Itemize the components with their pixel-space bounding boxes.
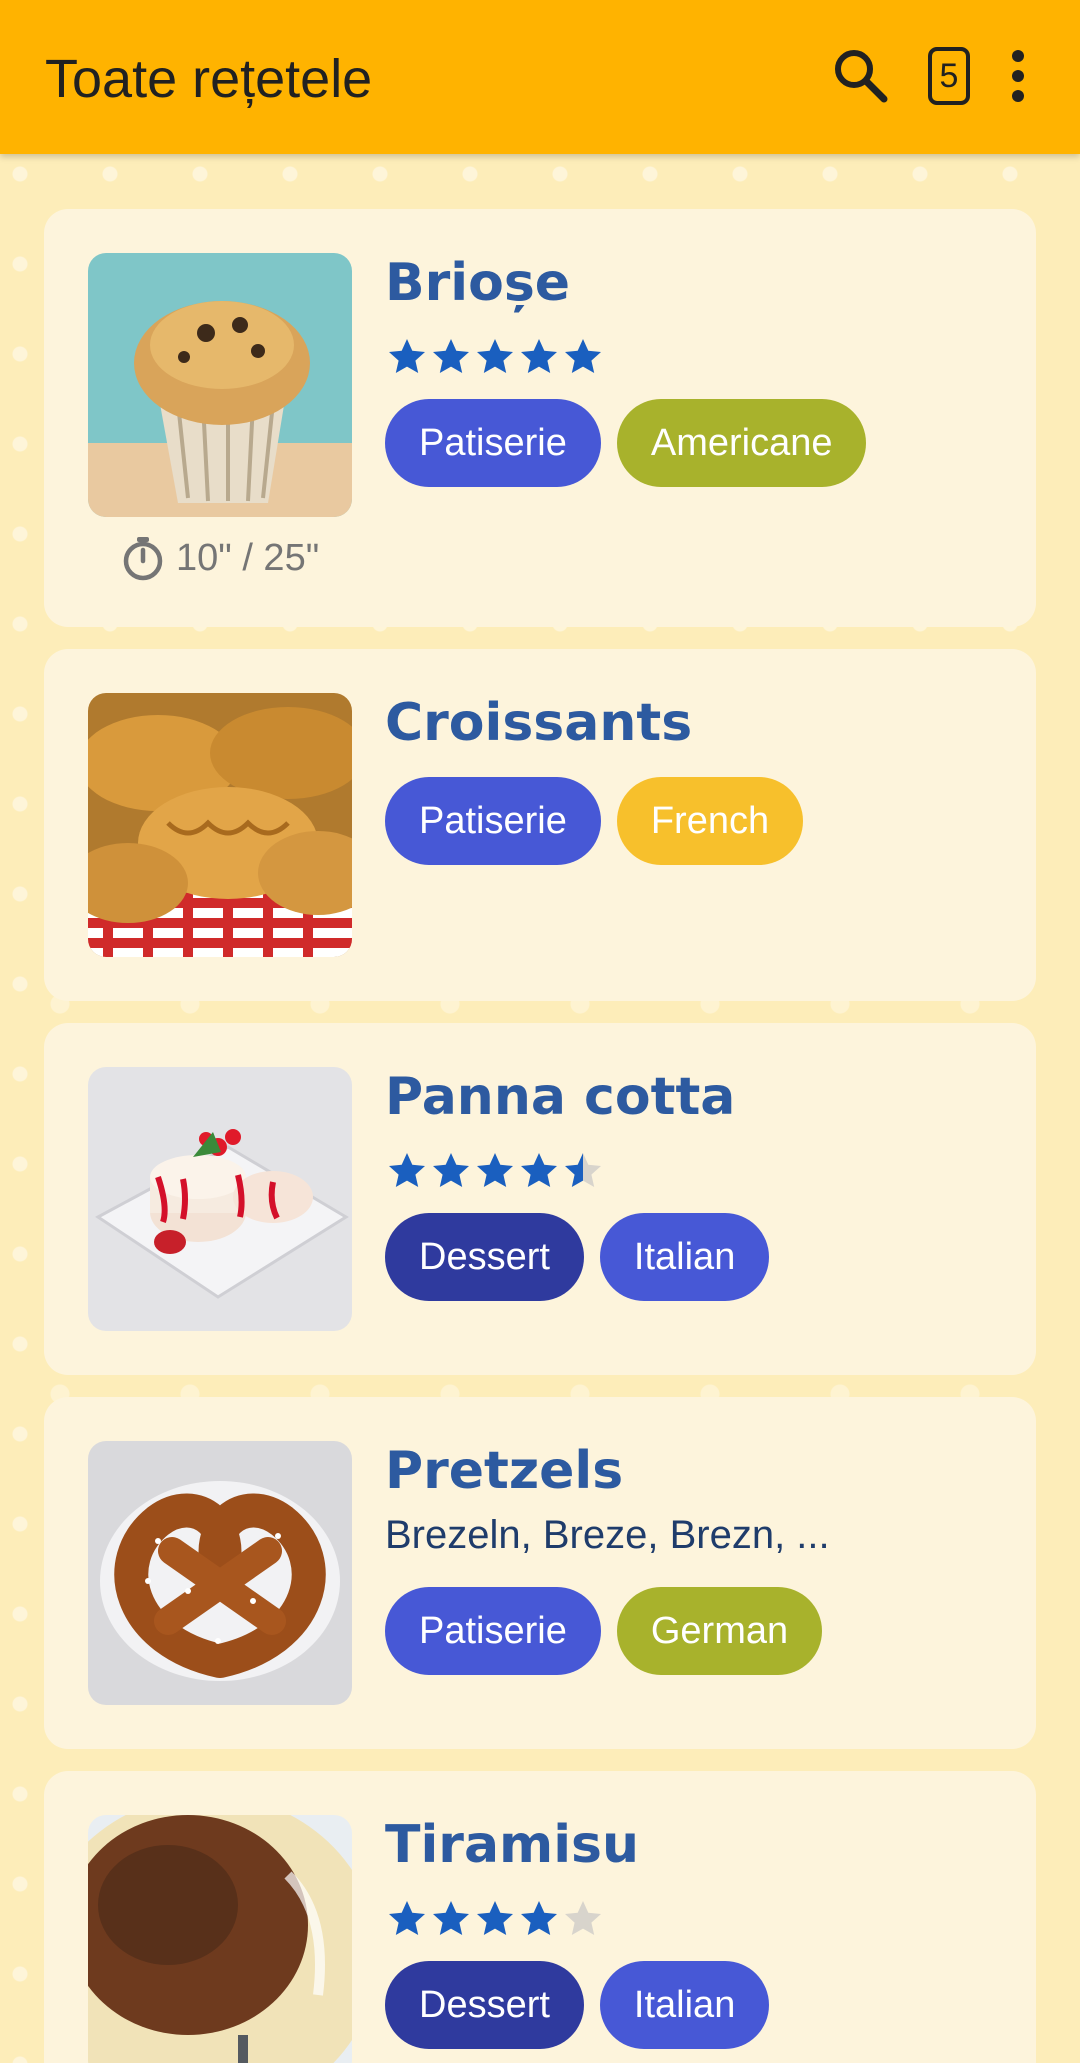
tag-chip[interactable]: Italian <box>599 1961 770 2049</box>
recipe-name: Panna cotta <box>385 1067 736 1127</box>
rating-stars <box>385 1897 605 1941</box>
timer-icon <box>123 537 163 581</box>
star-empty-icon <box>565 1901 601 1935</box>
recipe-name: Pretzels <box>385 1441 624 1501</box>
tag-chip[interactable]: Patiserie <box>385 1587 601 1675</box>
tag-list: Patiserie Americane <box>385 399 867 487</box>
recipe-name: Croissants <box>385 693 693 753</box>
page-title: Toate rețetele <box>45 49 373 109</box>
recipe-card-tiramisu[interactable]: Tiramisu Dessert Italian <box>44 1771 1036 2063</box>
star-full-icon <box>389 1901 425 1935</box>
tag-chip[interactable]: Dessert <box>385 1213 584 1301</box>
star-half-icon <box>565 1153 601 1187</box>
panna-cotta-photo <box>88 1067 352 1331</box>
star-full-icon <box>477 339 513 373</box>
star-full-icon <box>477 1901 513 1935</box>
tiramisu-photo <box>88 1815 352 2063</box>
tag-chip[interactable]: Dessert <box>385 1961 584 2049</box>
star-full-icon <box>389 1153 425 1187</box>
tag-list: Dessert Italian <box>385 1961 770 2049</box>
tag-chip[interactable]: Patiserie <box>385 399 601 487</box>
search-icon[interactable] <box>830 45 890 105</box>
recipe-card-croissants[interactable]: Croissants Patiserie French <box>44 649 1036 1001</box>
tag-chip[interactable]: German <box>616 1587 823 1675</box>
more-options-icon[interactable] <box>1002 50 1034 102</box>
rating-stars <box>385 335 605 379</box>
tag-list: Dessert Italian <box>385 1213 770 1301</box>
star-full-icon <box>521 1153 557 1187</box>
star-full-icon <box>521 1901 557 1935</box>
croissants-photo <box>88 693 352 957</box>
recipe-alt-names: Brezeln, Breze, Brezn, ... <box>385 1513 830 1557</box>
cook-time: 10" / 25" <box>120 535 319 581</box>
tag-list: Patiserie French <box>385 777 804 865</box>
recipe-name: Brioșe <box>385 253 571 313</box>
recipe-card-pretzels[interactable]: Pretzels Brezeln, Breze, Brezn, ... Pati… <box>44 1397 1036 1749</box>
recipe-card-briose[interactable]: Brioșe Patiserie Americane 10" / 25" <box>44 209 1036 627</box>
tag-list: Patiserie German <box>385 1587 823 1675</box>
star-full-icon <box>477 1153 513 1187</box>
recipe-name: Tiramisu <box>385 1815 640 1875</box>
recipe-count-badge[interactable]: 5 <box>928 47 970 105</box>
tag-chip[interactable]: Americane <box>616 399 867 487</box>
star-full-icon <box>565 339 601 373</box>
tag-chip[interactable]: Patiserie <box>385 777 601 865</box>
muffin-photo <box>88 253 352 517</box>
star-full-icon <box>521 339 557 373</box>
pretzel-photo <box>88 1441 352 1705</box>
cook-time-text: 10" / 25" <box>176 536 320 579</box>
tag-chip[interactable]: Italian <box>599 1213 770 1301</box>
star-full-icon <box>433 339 469 373</box>
rating-stars <box>385 1149 605 1193</box>
star-full-icon <box>433 1901 469 1935</box>
star-full-icon <box>433 1153 469 1187</box>
star-full-icon <box>389 339 425 373</box>
tag-chip[interactable]: French <box>616 777 804 865</box>
recipe-card-panna-cotta[interactable]: Panna cotta Dessert Italian <box>44 1023 1036 1375</box>
app-bar: Toate rețetele 5 <box>0 0 1080 154</box>
